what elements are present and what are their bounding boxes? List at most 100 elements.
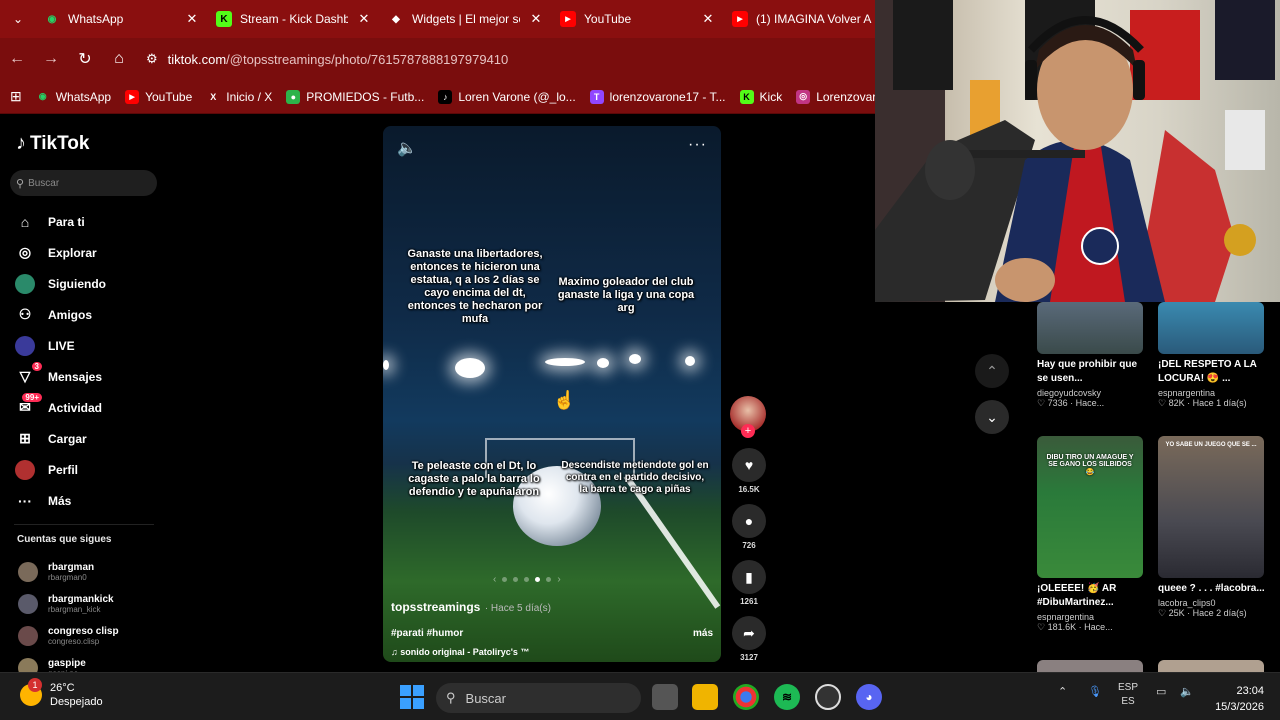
carousel-dot[interactable] [546,577,552,582]
back-icon[interactable]: ← [0,38,34,80]
sidebar-item-actividad[interactable]: ✉ 99+ Actividad [14,392,154,423]
following-item[interactable]: rbargman rbargman0 [18,556,168,588]
weather-widget[interactable]: 1 26°C Despejado [20,678,103,709]
carousel-dot-active[interactable] [535,577,541,582]
save-button[interactable]: ▮ 1261 [730,560,768,606]
start-button[interactable] [400,685,424,709]
video-thumbnail: DIBU TIRO UN AMAGUE Y SE GANO LOS SILBID… [1037,436,1143,578]
home-icon[interactable]: ⌂ [102,38,136,80]
url-bar[interactable]: ⚙ tiktok.com/@topsstreamings/photo/76157… [146,44,508,74]
close-icon[interactable]: ✕ [356,11,372,27]
like-button[interactable]: ♥ 16.5K [730,448,768,494]
obs-icon[interactable] [815,684,841,710]
bookmark-youtube[interactable]: ▶ YouTube [125,89,192,104]
clock[interactable]: 23:04 15/3/2026 [1200,683,1264,715]
carousel-dot[interactable] [502,577,508,582]
video-time: · Hace 5 día(s) [484,603,551,614]
more-link[interactable]: más [693,628,713,639]
taskbar-search[interactable]: ⚲ Buscar [436,683,641,713]
forward-icon[interactable]: → [34,38,68,80]
chevron-left-icon[interactable]: ‹ [493,574,496,585]
carousel-dot[interactable] [524,577,530,582]
video-player[interactable]: 🔈 ··· Ganaste una libertadores, entonces… [383,126,721,662]
volume-icon[interactable]: 🔈 [1180,685,1194,698]
volume-icon[interactable]: 🔈 [397,138,417,158]
tab-whatsapp[interactable]: ◉ WhatsApp ✕ [36,0,208,38]
tab-kick[interactable]: K Stream - Kick Dashbo ✕ [208,0,380,38]
sidebar-item-cargar[interactable]: ⊞ Cargar [14,423,154,454]
save-count: 1261 [740,597,758,606]
sidebar-item-siguiendo[interactable]: Siguiendo [14,268,154,299]
reload-icon[interactable]: ↻ [68,38,102,80]
sidebar-nav: ⌂ Para ti ◎ Explorar Siguiendo ⚇ Amigos LIV… [14,206,154,516]
related-video-card[interactable]: YO SABE UN JUEGO QUE SE ... queee ? . . … [1158,436,1266,619]
carousel-dot[interactable] [513,577,519,582]
video-hashtags[interactable]: #parati #humor [391,628,463,639]
related-video-thumbnail-partial[interactable] [1037,660,1143,672]
file-explorer-icon[interactable] [692,684,718,710]
sidebar-item-mas[interactable]: ··· Más [14,485,154,516]
site-info-icon[interactable]: ⚙ [146,51,158,67]
video-thumbnail: YO SABE UN JUEGO QUE SE ... [1158,436,1264,578]
bookmark-x[interactable]: X Inicio / X [206,90,272,104]
close-icon[interactable]: ✕ [700,11,716,27]
share-button[interactable]: ➦ 3127 [730,616,768,662]
tiktok-logo[interactable]: ♪ TikTok [16,132,89,155]
task-view-icon[interactable] [652,684,678,710]
sidebar-item-para-ti[interactable]: ⌂ Para ti [14,206,154,237]
next-video-button[interactable]: ⌄ [975,400,1009,434]
chevron-right-icon[interactable]: › [557,574,560,585]
comment-button[interactable]: ● 726 [730,504,768,550]
sidebar-item-amigos[interactable]: ⚇ Amigos [14,299,154,330]
bookmark-twitch[interactable]: Tlorenzovarone17 - T... [589,89,726,104]
bookmark-kick[interactable]: K Kick [739,89,782,104]
search-input[interactable]: ⚲ Buscar [10,170,157,196]
card-title: ¡DEL RESPETO A LA LOCURA! 😍 ... [1158,359,1257,384]
tab-widgets[interactable]: ◆ Widgets | El mejor so ✕ [380,0,552,38]
following-icon [14,273,36,295]
language-indicator[interactable]: ESP ES [1118,681,1138,709]
card-author: espnargentina [1037,612,1095,622]
card-stats: ♡ 181.6K · Hace... [1037,622,1113,632]
sidebar-item-perfil[interactable]: Perfil [14,454,154,485]
bookmark-whatsapp[interactable]: ◉ WhatsApp [36,90,111,104]
spotify-icon[interactable]: ≋ [774,684,800,710]
youtube-icon: ▶ [732,11,748,27]
avatar [18,594,38,614]
author-avatar[interactable]: + [730,396,766,438]
comment-icon: ● [732,504,766,538]
close-icon[interactable]: ✕ [528,11,544,27]
card-title: queee ? . . . #lacobra... [1158,583,1265,594]
microphone-icon[interactable]: 🎙 [1088,685,1102,698]
follow-plus-icon[interactable]: + [741,424,755,438]
chrome-icon[interactable] [733,684,759,710]
live-icon [14,335,36,357]
more-options-icon[interactable]: ··· [688,136,707,154]
tab-youtube-imagina[interactable]: ▶ (1) IMAGINA Volver A [724,0,896,38]
related-video-card[interactable]: DIBU TIRO UN AMAGUE Y SE GANO LOS SILBID… [1037,436,1145,633]
discord-icon[interactable]: ◕ [856,684,882,710]
close-icon[interactable]: ✕ [184,11,200,27]
sidebar-item-mensajes[interactable]: ▽ 3 Mensajes [14,361,154,392]
following-item[interactable]: rbargmankick rbargman_kick [18,588,168,620]
video-thumbnail [1158,302,1264,354]
related-video-card[interactable]: ¡DEL RESPETO A LA LOCURA! 😍 ... espnarge… [1158,302,1266,409]
video-author[interactable]: topsstreamings [391,600,480,614]
related-video-thumbnail-partial[interactable] [1158,660,1264,672]
video-sound[interactable]: ♫ sonido original - Patoliryc's ™ [391,647,713,657]
bookmark-instagram[interactable]: ◎ Lorenzovaro [796,89,883,104]
network-icon[interactable]: ▭ [1156,685,1166,698]
following-item[interactable]: congreso clisp congreso.clisp [18,620,168,652]
related-video-card[interactable]: Hay que prohibir que se usen... diegoyud… [1037,302,1145,409]
tab-search-button[interactable]: ⌄ [0,0,36,38]
sidebar-item-explorar[interactable]: ◎ Explorar [14,237,154,268]
bookmark-tiktok[interactable]: ♪ Loren Varone (@_lo... [438,89,576,104]
bookmark-promiedos[interactable]: ● PROMIEDOS - Futb... [286,89,424,104]
thumbnail-caption: DIBU TIRO UN AMAGUE Y SE GANO LOS SILBID… [1046,454,1134,476]
previous-video-button[interactable]: ⌃ [975,354,1009,388]
tray-chevron-icon[interactable]: ⌃ [1058,685,1067,698]
sidebar-item-live[interactable]: LIVE [14,330,154,361]
tab-youtube[interactable]: ▶ YouTube ✕ [552,0,724,38]
apps-icon[interactable]: ⊞ [10,88,22,105]
thumbnail-caption: YO SABE UN JUEGO QUE SE ... [1165,442,1257,448]
